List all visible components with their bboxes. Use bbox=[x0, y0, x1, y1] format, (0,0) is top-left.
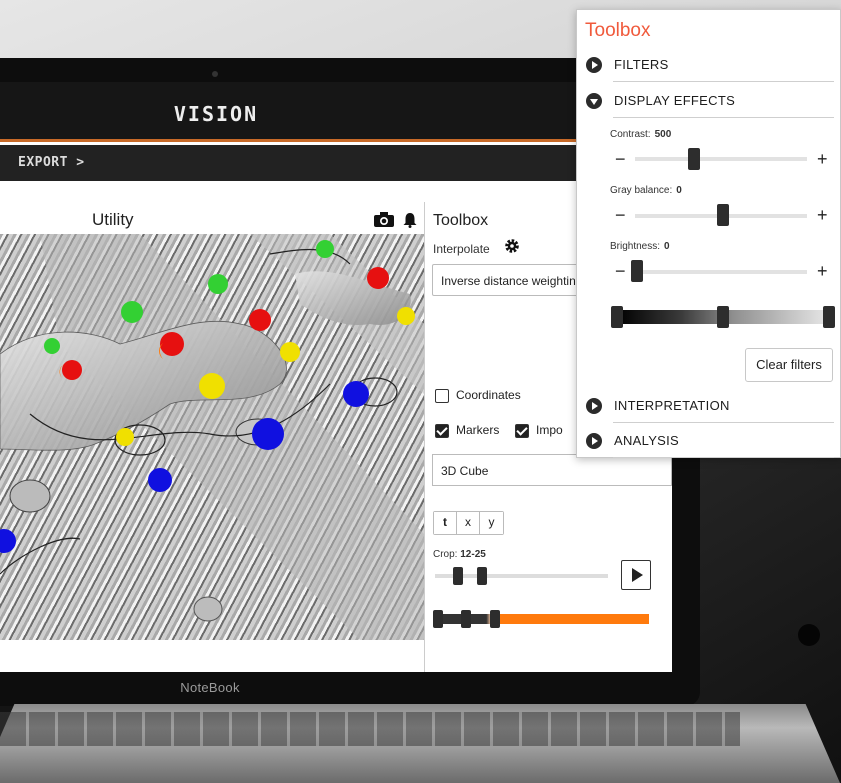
crop-end-handle[interactable] bbox=[477, 567, 487, 585]
crop-value: 12-25 bbox=[460, 549, 486, 560]
brightness-label: Brightness: 0 bbox=[610, 241, 670, 252]
contrast-slider-handle[interactable] bbox=[688, 148, 700, 170]
section-filters-label: FILTERS bbox=[614, 57, 669, 72]
divider bbox=[613, 422, 834, 423]
seismic-3d-viewport[interactable] bbox=[0, 234, 424, 640]
divider bbox=[613, 81, 834, 82]
coordinates-checkbox[interactable] bbox=[435, 389, 449, 403]
nav-bar: EXPORT > bbox=[0, 145, 672, 181]
brightness-label-text: Brightness: bbox=[610, 241, 661, 252]
laptop-screen: VISION EXPORT > Utility Toolbox Interpol… bbox=[0, 82, 672, 672]
section-analysis[interactable]: ANALYSIS bbox=[577, 424, 841, 458]
gray-balance-increase-button[interactable]: + bbox=[817, 206, 828, 224]
markers-checkbox[interactable] bbox=[435, 424, 449, 438]
gray-balance-slider-handle[interactable] bbox=[717, 204, 729, 226]
divider bbox=[613, 117, 834, 118]
device-label: NoteBook bbox=[180, 680, 240, 695]
axis-y-button[interactable]: y bbox=[480, 512, 503, 534]
bell-icon[interactable] bbox=[403, 212, 417, 228]
export-link[interactable]: EXPORT > bbox=[18, 155, 85, 170]
camera-icon[interactable] bbox=[374, 212, 394, 227]
gray-balance-label: Gray balance: 0 bbox=[610, 185, 682, 196]
interpolate-label: Interpolate bbox=[433, 242, 490, 256]
expand-right-icon bbox=[586, 57, 602, 73]
range-handle-1[interactable] bbox=[433, 610, 443, 628]
floating-toolbox-panel: Toolbox FILTERS DISPLAY EFFECTS Contrast… bbox=[576, 9, 841, 458]
coordinates-label: Coordinates bbox=[456, 388, 521, 402]
divider bbox=[613, 457, 834, 458]
webcam bbox=[212, 71, 218, 77]
gear-icon[interactable] bbox=[503, 237, 521, 255]
contrast-increase-button[interactable]: + bbox=[817, 150, 828, 168]
utility-header: Utility bbox=[0, 202, 424, 236]
brightness-value: 0 bbox=[664, 241, 670, 252]
axis-t-button[interactable]: t bbox=[434, 512, 457, 534]
axis-button-group: t x y bbox=[433, 511, 504, 535]
crop-label: Crop: 12-25 bbox=[433, 549, 486, 560]
contrast-slider-track[interactable] bbox=[635, 157, 807, 161]
floating-toolbox-title: Toolbox bbox=[585, 20, 651, 41]
section-display-effects-label: DISPLAY EFFECTS bbox=[614, 93, 736, 108]
section-interpretation-label: INTERPRETATION bbox=[614, 398, 730, 413]
brightness-slider-track[interactable] bbox=[635, 270, 807, 274]
range-handle-2[interactable] bbox=[461, 610, 471, 628]
crop-start-handle[interactable] bbox=[453, 567, 463, 585]
imported-label: Impo bbox=[536, 423, 563, 437]
contrast-label-text: Contrast: bbox=[610, 129, 651, 140]
utility-title: Utility bbox=[92, 210, 134, 229]
gray-balance-value: 0 bbox=[676, 185, 682, 196]
contrast-value: 500 bbox=[654, 129, 672, 140]
gray-balance-decrease-button[interactable]: − bbox=[615, 206, 626, 224]
app-header: VISION bbox=[0, 82, 672, 142]
background-dot bbox=[798, 624, 820, 646]
keyboard bbox=[0, 712, 740, 746]
collapse-down-icon bbox=[586, 93, 602, 109]
play-button[interactable] bbox=[621, 560, 651, 590]
contrast-label: Contrast: 500 bbox=[610, 129, 671, 140]
range-handle-3[interactable] bbox=[490, 610, 500, 628]
axis-x-button[interactable]: x bbox=[457, 512, 480, 534]
contrast-decrease-button[interactable]: − bbox=[615, 150, 626, 168]
view-mode-select[interactable]: 3D Cube bbox=[432, 454, 672, 486]
seismic-scene bbox=[0, 234, 424, 640]
section-analysis-label: ANALYSIS bbox=[614, 433, 680, 448]
brightness-slider-handle[interactable] bbox=[631, 260, 643, 282]
crop-label-text: Crop: bbox=[433, 549, 458, 560]
inner-toolbox-title: Toolbox bbox=[433, 212, 489, 229]
app-title: VISION bbox=[173, 102, 259, 126]
section-display-effects[interactable]: DISPLAY EFFECTS bbox=[577, 84, 841, 118]
clear-filters-button[interactable]: Clear filters bbox=[745, 348, 833, 382]
gradient-white-handle[interactable] bbox=[823, 306, 835, 328]
gradient-mid-handle[interactable] bbox=[717, 306, 729, 328]
brightness-decrease-button[interactable]: − bbox=[615, 262, 626, 280]
section-filters[interactable]: FILTERS bbox=[577, 48, 841, 82]
expand-right-icon bbox=[586, 398, 602, 414]
gray-balance-label-text: Gray balance: bbox=[610, 185, 673, 196]
markers-label: Markers bbox=[456, 423, 500, 437]
section-interpretation[interactable]: INTERPRETATION bbox=[577, 389, 841, 423]
expand-right-icon bbox=[586, 433, 602, 449]
brightness-increase-button[interactable]: + bbox=[817, 262, 828, 280]
gradient-black-handle[interactable] bbox=[611, 306, 623, 328]
imported-checkbox[interactable] bbox=[515, 424, 529, 438]
